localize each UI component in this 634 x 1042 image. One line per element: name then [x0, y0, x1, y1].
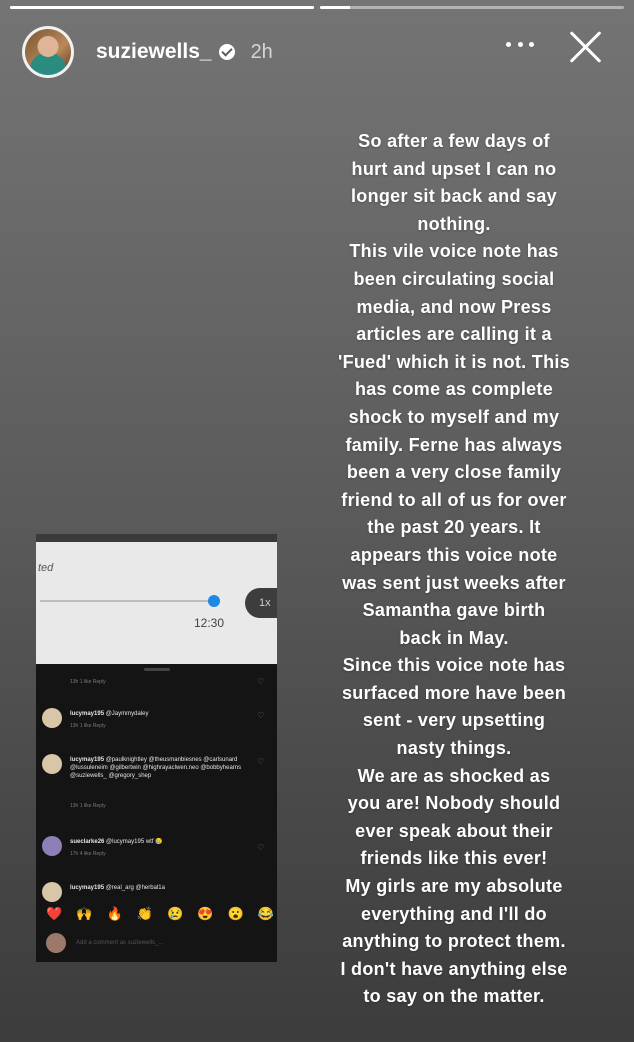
caption-line: 'Fued' which it is not. This — [338, 351, 570, 372]
caption-line: Since this voice note has — [342, 655, 566, 676]
like-icon: ♡ — [257, 711, 265, 720]
post-time: 2h — [250, 40, 273, 63]
caption-line: been circulating social — [353, 268, 555, 289]
embedded-screenshot: ted 12:30 1x 13h 1 like Reply ♡ lucymay1… — [36, 534, 277, 962]
comment-text: lucymay195 @real_arg @herbal1a — [70, 885, 165, 891]
progress-fill — [320, 6, 351, 9]
audio-duration: 12:30 — [194, 616, 225, 630]
caption-line: back in May. — [399, 627, 509, 648]
close-icon[interactable] — [568, 30, 602, 64]
caption-line: been a very close family — [346, 462, 562, 483]
comment-avatar — [42, 882, 62, 902]
comment-avatar — [42, 708, 62, 728]
caption-line: was sent just weeks after — [342, 572, 566, 593]
caption-line: sent - very upsetting — [362, 710, 546, 731]
avatar[interactable] — [22, 26, 74, 78]
caption-line: Samantha gave birth — [362, 600, 546, 621]
story-caption: So after a few days of hurt and upset I c… — [304, 128, 604, 1011]
comment: lucymay195 @real_arg @herbal1a — [42, 882, 271, 902]
caption-line: friend to all of us for over — [341, 489, 567, 510]
audio-track — [40, 600, 220, 602]
caption-line: has come as complete — [354, 379, 554, 400]
comment: lucymay195 @Jaymmydaley 13h 1 like Reply… — [42, 708, 271, 738]
verified-badge-icon — [218, 44, 235, 60]
comment-meta: 13h 1 like Reply — [70, 803, 106, 809]
caption-line: appears this voice note — [350, 544, 558, 565]
caption-line: the past 20 years. It — [367, 517, 541, 538]
caption-line: everything and I'll do — [361, 903, 547, 924]
comment: lucymay195 @paulknightley @theusmanbiesn… — [42, 754, 271, 814]
voice-note-panel: ted 12:30 1x — [36, 534, 277, 664]
story-header: suziewells_ 2h — [22, 24, 620, 80]
caption-line: articles are calling it a — [356, 324, 552, 345]
reaction-emoji: 😮 — [227, 906, 244, 921]
caption-line: nothing. — [417, 213, 491, 234]
caption-line: surfaced more have been — [342, 682, 566, 703]
caption-line: hurt and upset I can no — [351, 158, 557, 179]
progress-fill — [10, 6, 314, 9]
reaction-bar: ❤️ 🙌 🔥 👏 😢 😍 😮 😂 — [46, 906, 274, 922]
caption-line: ever speak about their — [355, 820, 553, 841]
progress-segment — [10, 6, 314, 9]
story-progress — [10, 6, 624, 9]
comment-text: lucymay195 @Jaymmydaley — [70, 711, 149, 717]
comment-input-row: Add a comment as suziewells_... — [46, 932, 271, 954]
caption-line: anything to protect them. — [342, 931, 566, 952]
more-options-icon[interactable] — [506, 40, 534, 48]
caption-line: nasty things. — [396, 738, 512, 759]
caption-line: My girls are my absolute — [345, 876, 563, 897]
sheet-handle — [144, 668, 170, 671]
reaction-emoji: ❤️ — [46, 906, 63, 921]
caption-line: media, and now Press — [356, 296, 552, 317]
like-icon: ♡ — [257, 843, 265, 852]
reaction-emoji: 🔥 — [106, 906, 123, 921]
playback-speed: 1x — [245, 588, 277, 618]
like-icon: ♡ — [257, 757, 265, 766]
caption-line: longer sit back and say — [351, 186, 557, 207]
comment: sueclarke26 @lucymay195 wtf 😥 17h 4 like… — [42, 836, 271, 866]
reaction-emoji: 🙌 — [76, 906, 93, 921]
partial-label: ted — [38, 562, 54, 574]
caption-line: friends like this ever! — [360, 848, 548, 869]
reaction-emoji: 😍 — [197, 906, 214, 921]
story-view[interactable]: suziewells_ 2h So after a few days of hur… — [0, 0, 634, 1042]
screenshot-top-bar — [36, 534, 277, 542]
comment-avatar — [42, 836, 62, 856]
caption-line: We are as shocked as — [357, 765, 551, 786]
caption-line: to say on the matter. — [363, 986, 545, 1007]
like-icon: ♡ — [257, 677, 265, 686]
caption-line: family. Ferne has always — [345, 434, 563, 455]
reaction-emoji: 👏 — [136, 906, 153, 921]
comment-meta: 13h 1 like Reply — [70, 679, 106, 685]
caption-line: shock to myself and my — [348, 406, 560, 427]
reaction-emoji: 😂 — [257, 906, 274, 921]
comments-sheet: 13h 1 like Reply ♡ lucymay195 @Jaymmydal… — [36, 664, 277, 962]
comment-meta: 17h 4 like Reply — [70, 851, 106, 857]
comment-input-avatar — [46, 933, 66, 953]
comment-text: sueclarke26 @lucymay195 wtf 😥 — [70, 839, 163, 845]
comment-meta: 13h 1 like Reply — [70, 723, 106, 729]
comment-input-placeholder: Add a comment as suziewells_... — [76, 940, 164, 946]
comment-text: lucymay195 @paulknightley @theusmanbiesn… — [70, 757, 242, 779]
caption-line: This vile voice note has — [349, 241, 559, 262]
caption-line: I don't have anything else — [340, 958, 568, 979]
avatar-image — [25, 29, 71, 75]
reaction-emoji: 😢 — [167, 906, 184, 921]
comment-avatar — [42, 754, 62, 774]
progress-segment — [320, 6, 624, 9]
audio-scrubber — [208, 595, 220, 607]
caption-line: So after a few days of — [358, 131, 550, 151]
username[interactable]: suziewells_ — [96, 40, 212, 64]
caption-line: you are! Nobody should — [347, 793, 561, 814]
